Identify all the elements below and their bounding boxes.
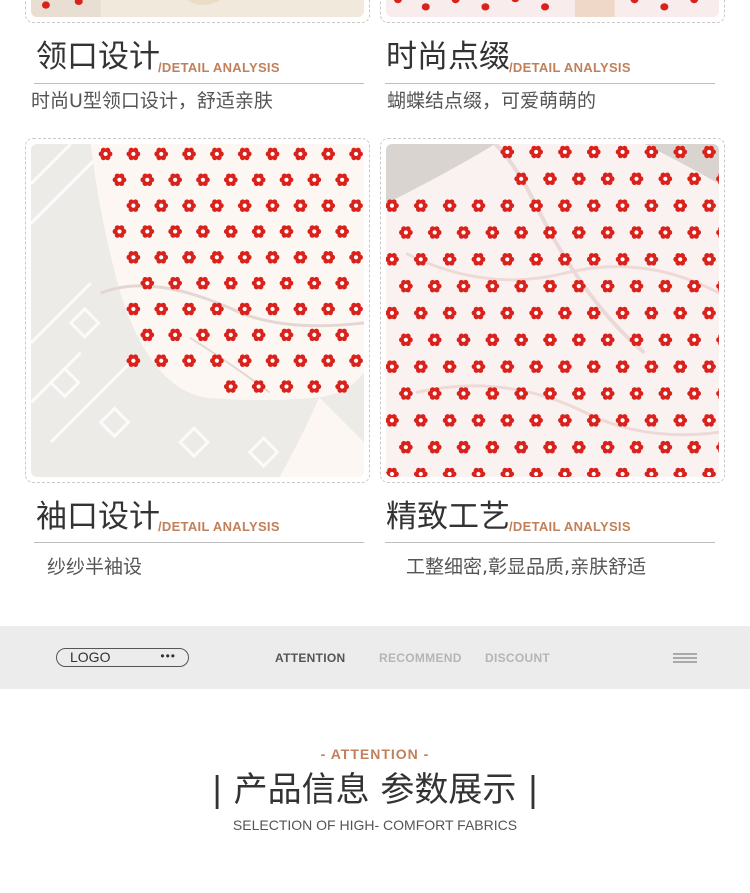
more-dots-icon[interactable]: ••• bbox=[160, 649, 176, 663]
feature-title-collar: 领口设计 bbox=[36, 39, 160, 75]
feature-divider-accent bbox=[385, 83, 715, 84]
feature-desc-accent: 蝴蝶结点缀，可爱萌萌的 bbox=[387, 90, 597, 112]
section-subtitle: SELECTION OF HIGH- COMFORT FABRICS bbox=[232, 817, 518, 833]
photo-collar bbox=[31, 0, 364, 17]
feature-tag-accent: /DETAIL ANALYSIS bbox=[509, 60, 631, 75]
nav-item-recommend[interactable]: RECOMMEND bbox=[379, 651, 462, 665]
feature-title-accent: 时尚点缀 bbox=[386, 39, 510, 75]
feature-divider-collar bbox=[34, 83, 364, 84]
section-title: | 产品信息 参数展示 | bbox=[211, 770, 539, 810]
photo-bow bbox=[386, 0, 719, 17]
feature-desc-craft: 工整细密,彰显品质,亲肤舒适 bbox=[406, 556, 647, 578]
photo-collar-frame bbox=[25, 0, 370, 23]
photo-bow-frame bbox=[380, 0, 725, 23]
feature-tag-sleeve: /DETAIL ANALYSIS bbox=[158, 519, 280, 534]
feature-tag-collar: /DETAIL ANALYSIS bbox=[158, 60, 280, 75]
photo-craft-frame bbox=[380, 138, 725, 483]
photo-sleeve bbox=[31, 144, 364, 477]
feature-divider-craft bbox=[385, 542, 715, 543]
photo-sleeve-frame bbox=[25, 138, 370, 483]
photo-craft bbox=[386, 144, 719, 477]
feature-tag-craft: /DETAIL ANALYSIS bbox=[509, 519, 631, 534]
nav-item-discount[interactable]: DISCOUNT bbox=[485, 651, 550, 665]
hamburger-menu-icon[interactable] bbox=[673, 653, 697, 665]
nav-item-attention[interactable]: ATTENTION bbox=[275, 651, 345, 665]
logo-text: LOGO bbox=[70, 649, 111, 665]
feature-divider-sleeve bbox=[34, 542, 364, 543]
feature-desc-sleeve: 纱纱半袖设 bbox=[47, 556, 143, 578]
section-eyebrow: - ATTENTION - bbox=[320, 746, 430, 762]
logo-search-pill[interactable]: LOGO ••• bbox=[56, 648, 189, 667]
feature-title-craft: 精致工艺 bbox=[386, 499, 510, 535]
nav-bar: LOGO ••• ATTENTION RECOMMEND DISCOUNT bbox=[0, 626, 750, 689]
feature-title-sleeve: 袖口设计 bbox=[36, 499, 160, 535]
feature-desc-collar: 时尚U型领口设计，舒适亲肤 bbox=[31, 90, 273, 112]
